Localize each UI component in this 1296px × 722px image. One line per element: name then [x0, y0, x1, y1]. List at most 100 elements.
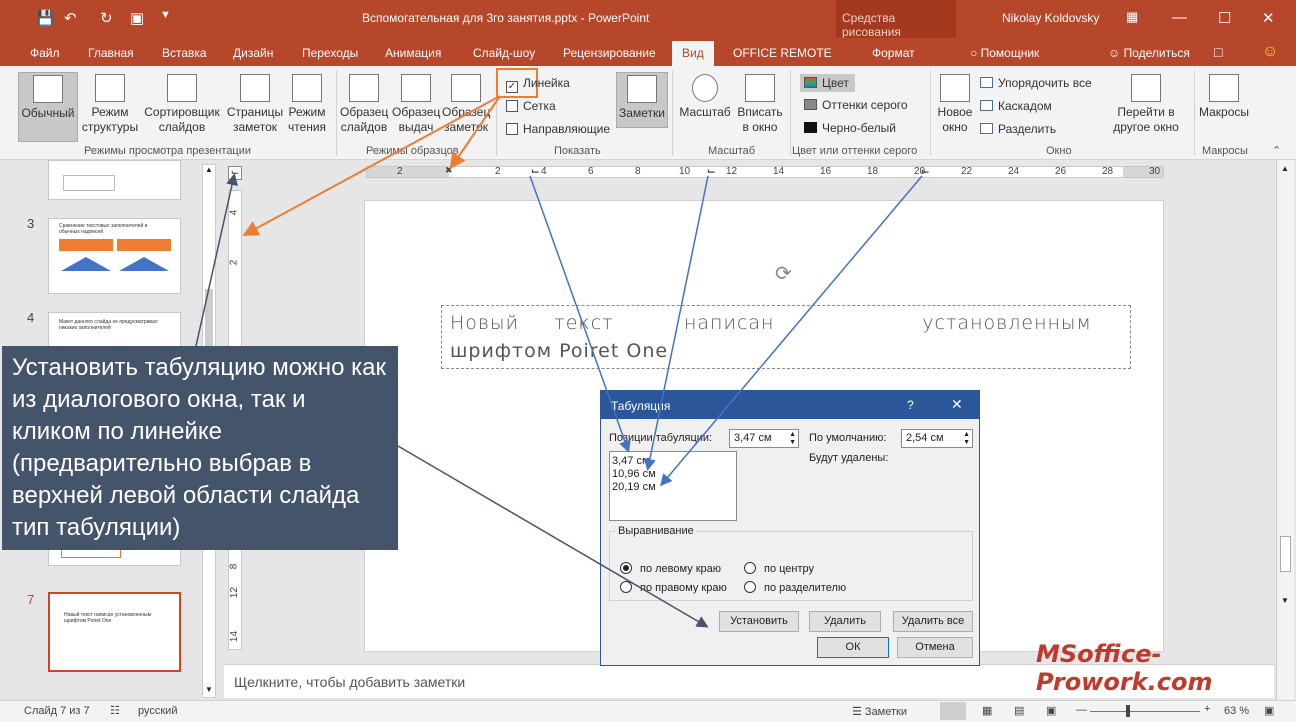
- close-icon[interactable]: ✕: [1262, 9, 1275, 27]
- ok-button[interactable]: ОК: [817, 637, 889, 658]
- slide-thumbnail[interactable]: Сравнение текстовых заполнителей и обычн…: [48, 218, 181, 294]
- scroll-down-icon[interactable]: ▼: [1281, 596, 1289, 605]
- slide-master-button[interactable]: Образец слайдов: [340, 74, 388, 135]
- grayscale-button[interactable]: Оттенки серого: [804, 98, 908, 112]
- tab-stop-marker[interactable]: ⌙: [921, 166, 929, 177]
- collapse-ribbon-icon[interactable]: ⌃: [1272, 144, 1281, 157]
- redo-icon[interactable]: ↻: [100, 9, 113, 27]
- scroll-up-icon[interactable]: ▲: [1281, 164, 1289, 173]
- ribbon-options-icon[interactable]: ▦: [1126, 9, 1138, 25]
- default-tab-input[interactable]: 2,54 см ▲ ▼: [901, 429, 973, 448]
- horizontal-ruler[interactable]: 2 2 4 6 8 10 12 14 16 18 20 22 24 26 28 …: [366, 165, 1164, 178]
- spellcheck-icon[interactable]: ☷: [110, 704, 120, 717]
- tab-transitions[interactable]: Переходы: [302, 46, 358, 60]
- align-left-radio[interactable]: по левому краю: [620, 562, 721, 575]
- arrange-all-button[interactable]: Упорядочить все: [980, 76, 1092, 90]
- indent-marker-icon[interactable]: ✖: [445, 165, 453, 176]
- list-item[interactable]: 10,96 см: [612, 468, 734, 481]
- black-white-button[interactable]: Черно-белый: [804, 121, 896, 135]
- slideshow-status-icon[interactable]: ▣: [1046, 704, 1056, 717]
- handout-master-button[interactable]: Образец выдач: [392, 74, 440, 135]
- normal-view-status-icon[interactable]: [940, 702, 966, 720]
- tab-stops-list[interactable]: 3,47 см 10,96 см 20,19 см: [609, 451, 737, 521]
- tab-office-remote[interactable]: OFFICE REMOTE: [733, 46, 832, 60]
- align-right-radio[interactable]: по правому краю: [620, 581, 727, 594]
- tab-file[interactable]: Файл: [30, 46, 60, 60]
- user-name[interactable]: Nikolay Koldovsky: [1002, 11, 1099, 25]
- language-indicator[interactable]: русский: [138, 705, 177, 717]
- set-button[interactable]: Установить: [719, 611, 799, 632]
- slide-thumbnail[interactable]: [48, 548, 181, 566]
- zoom-slider[interactable]: [1090, 711, 1200, 712]
- text-box[interactable]: Новый текст написан установленным шрифто…: [441, 305, 1131, 369]
- tab-animations[interactable]: Анимация: [385, 46, 441, 60]
- minimize-icon[interactable]: —: [1172, 9, 1187, 26]
- customize-qat-icon[interactable]: ▼: [160, 9, 171, 21]
- scroll-thumb[interactable]: [1280, 536, 1291, 572]
- scroll-thumb[interactable]: [205, 289, 213, 349]
- tab-format[interactable]: Формат: [872, 46, 915, 60]
- tab-slideshow[interactable]: Слайд-шоу: [473, 46, 535, 60]
- scroll-up-icon[interactable]: ▲: [205, 165, 213, 174]
- color-button[interactable]: Цвет: [800, 74, 855, 92]
- align-decimal-radio[interactable]: по разделителю: [744, 581, 846, 594]
- macros-button[interactable]: Макросы: [1196, 74, 1252, 120]
- share-button[interactable]: ☺ Поделиться: [1108, 46, 1190, 60]
- slideshow-icon[interactable]: ▣: [130, 9, 144, 27]
- slide-thumbnail[interactable]: Макет данного слайда не предусматривал н…: [48, 312, 181, 348]
- notes-page-button[interactable]: Страницы заметок: [226, 74, 284, 135]
- spin-arrows-icon[interactable]: ▲ ▼: [963, 431, 970, 447]
- rotate-handle-icon[interactable]: ⟳: [775, 261, 792, 286]
- scroll-down-icon[interactable]: ▼: [205, 685, 213, 694]
- undo-icon[interactable]: ↶: [64, 9, 77, 27]
- text-line-2[interactable]: шрифтом Poiret One: [450, 340, 668, 362]
- list-item[interactable]: 3,47 см: [612, 455, 734, 468]
- clear-button[interactable]: Удалить: [809, 611, 881, 632]
- zoom-slider-thumb[interactable]: [1126, 705, 1130, 717]
- sorter-view-status-icon[interactable]: ▦: [982, 704, 992, 717]
- zoom-level[interactable]: 63 %: [1224, 705, 1249, 717]
- notes-placeholder[interactable]: Щелкните, чтобы добавить заметки: [234, 674, 465, 690]
- cancel-button[interactable]: Отмена: [897, 637, 973, 658]
- reading-view-button[interactable]: Режим чтения: [284, 74, 330, 135]
- grid-checkbox[interactable]: Сетка: [506, 99, 556, 113]
- slide-thumbnail-selected[interactable]: Новый текст написан установленным шрифто…: [48, 592, 181, 672]
- zoom-out-icon[interactable]: —: [1076, 704, 1087, 716]
- outline-view-button[interactable]: Режим структуры: [80, 74, 140, 135]
- cascade-button[interactable]: Каскадом: [980, 99, 1052, 113]
- guides-checkbox[interactable]: Направляющие: [506, 122, 610, 136]
- tab-position-input[interactable]: 3,47 см ▲ ▼: [729, 429, 799, 448]
- comment-icon[interactable]: □: [1214, 44, 1222, 60]
- new-window-button[interactable]: Новое окно: [934, 74, 976, 135]
- tab-selector[interactable]: ⌙: [228, 166, 242, 180]
- switch-window-button[interactable]: Перейти в другое окно: [1104, 74, 1188, 135]
- notes-master-button[interactable]: Образец заметок: [442, 74, 490, 135]
- reading-view-status-icon[interactable]: ▤: [1014, 704, 1024, 717]
- slide-scrollbar[interactable]: ▲ ▼: [1276, 160, 1294, 700]
- tab-insert[interactable]: Вставка: [162, 46, 207, 60]
- tab-view[interactable]: Вид: [672, 41, 714, 66]
- tab-stop-marker[interactable]: ⌙: [707, 166, 715, 177]
- text-line-1[interactable]: Новый текст написан установленным: [450, 312, 1130, 334]
- tab-home[interactable]: Главная: [88, 46, 134, 60]
- notes-status-button[interactable]: ☰ Заметки: [852, 705, 907, 718]
- normal-view-button[interactable]: Обычный: [18, 72, 78, 142]
- tab-review[interactable]: Рецензирование: [563, 46, 656, 60]
- slide-thumbnail[interactable]: [48, 160, 181, 200]
- ruler-checkbox[interactable]: ✓ Линейка: [506, 76, 570, 93]
- help-button[interactable]: ?: [907, 398, 914, 412]
- slide-sorter-button[interactable]: Сортировщик слайдов: [142, 74, 222, 135]
- list-item[interactable]: 20,19 см: [612, 481, 734, 494]
- align-center-radio[interactable]: по центру: [744, 562, 814, 575]
- tab-design[interactable]: Дизайн: [233, 46, 273, 60]
- spin-arrows-icon[interactable]: ▲ ▼: [789, 431, 796, 447]
- zoom-button[interactable]: Масштаб: [676, 74, 734, 120]
- zoom-in-icon[interactable]: +: [1204, 703, 1210, 715]
- save-icon[interactable]: 💾: [36, 9, 55, 27]
- fit-slide-icon[interactable]: ▣: [1264, 704, 1274, 717]
- clear-all-button[interactable]: Удалить все: [893, 611, 973, 632]
- maximize-icon[interactable]: ☐: [1218, 9, 1231, 27]
- dialog-close-icon[interactable]: ✕: [951, 396, 963, 413]
- split-button[interactable]: Разделить: [980, 122, 1056, 136]
- tab-helper[interactable]: ○ Помощник: [970, 46, 1039, 60]
